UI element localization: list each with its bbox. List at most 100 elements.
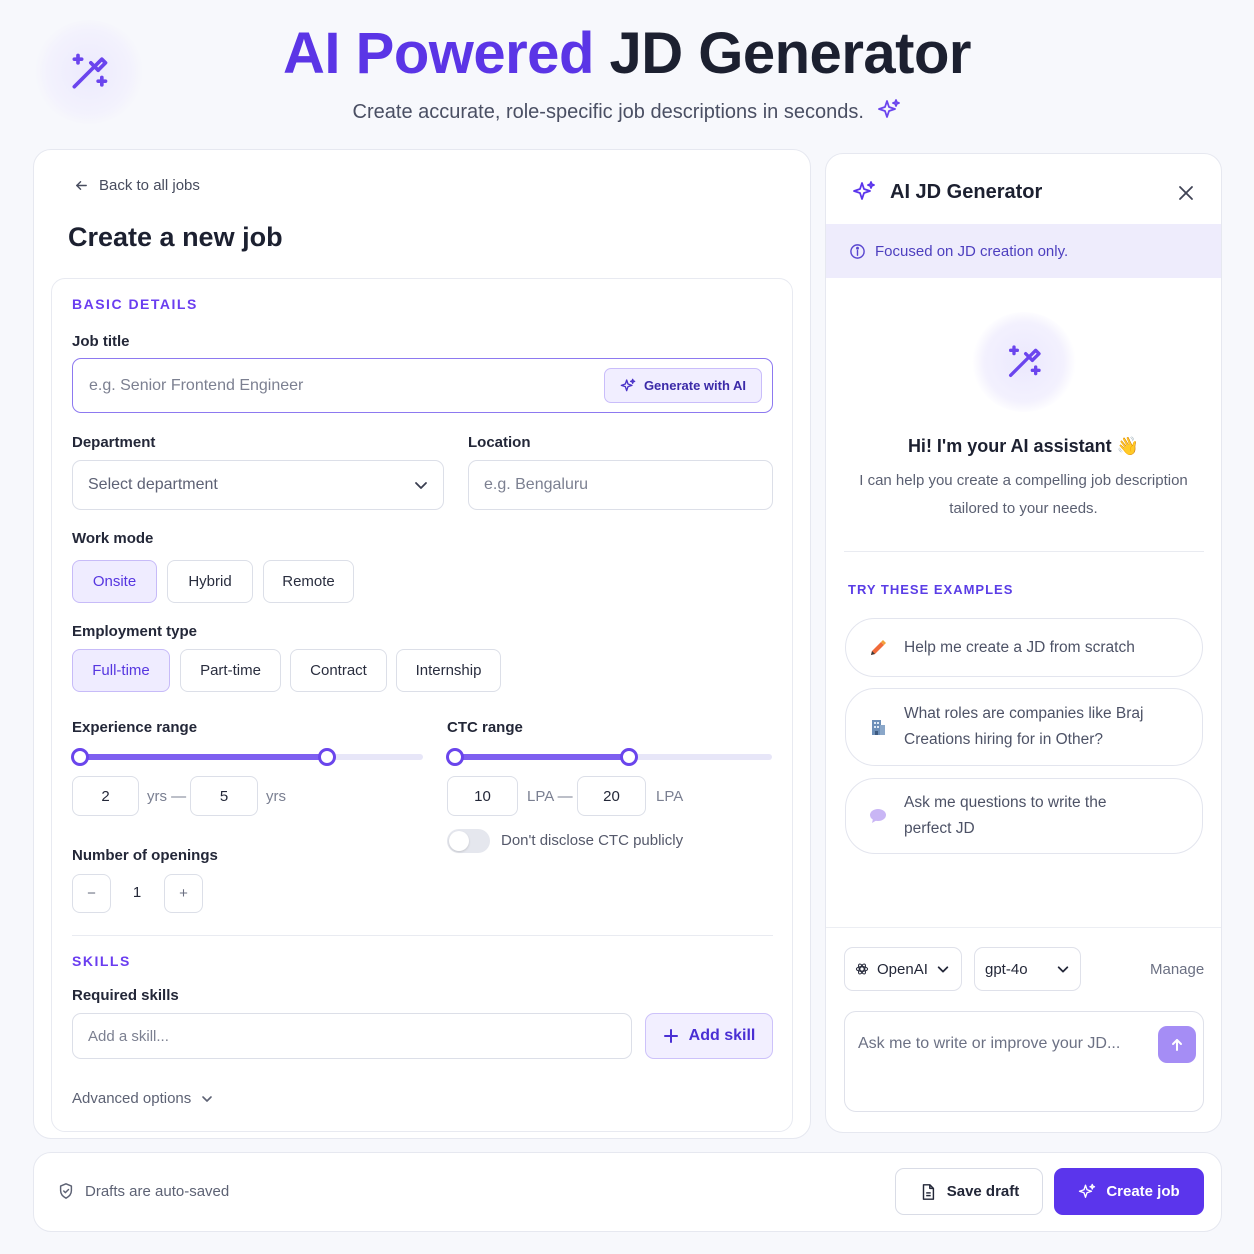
hero-subtitle: Create accurate, role-specific job descr… <box>0 98 1254 126</box>
waving-hand-icon: 👋 <box>1116 436 1140 456</box>
ctc-min-handle[interactable] <box>446 748 464 766</box>
document-icon <box>922 1183 934 1200</box>
toggle-knob <box>449 831 469 851</box>
chat-bubble-icon <box>868 806 888 826</box>
chevron-down-icon <box>415 482 427 489</box>
openings-value[interactable]: 1 <box>126 884 148 901</box>
provider-select[interactable]: OpenAI <box>844 947 962 991</box>
assistant-title-text: AI JD Generator <box>890 180 1043 203</box>
skill-placeholder: Add a skill... <box>88 1027 169 1045</box>
basic-details-heading: BASIC DETAILS <box>72 296 198 312</box>
create-job-label: Create job <box>1106 1183 1180 1200</box>
example-prompt[interactable]: Help me create a JD from scratch <box>845 618 1203 677</box>
example-prompt[interactable]: Ask me questions to write the perfect JD <box>845 778 1203 854</box>
generate-button-label: Generate with AI <box>643 378 747 393</box>
example-text: What roles are companies like Braj Creat… <box>904 705 1144 748</box>
arrow-up-icon <box>1172 1038 1182 1051</box>
save-draft-label: Save draft <box>946 1183 1020 1200</box>
openai-icon <box>855 963 869 975</box>
openings-decrement-button[interactable]: − <box>72 874 111 913</box>
close-icon[interactable] <box>1176 183 1196 203</box>
chevron-down-icon <box>202 1095 213 1102</box>
assistant-greeting: Hi! I'm your AI assistant 👋 <box>826 436 1221 457</box>
example-text: Help me create a JD from scratch <box>904 638 1135 656</box>
focus-banner-text: Focused on JD creation only. <box>875 242 1069 260</box>
employment-full-time[interactable]: Full-time <box>72 649 170 692</box>
advanced-options-label: Advanced options <box>72 1090 192 1107</box>
assistant-greeting-text: Hi! I'm your AI assistant <box>907 436 1112 456</box>
sparkle-icon <box>1079 1183 1096 1198</box>
sparkle-icon <box>853 181 875 200</box>
building-icon <box>868 717 888 737</box>
assistant-help-text: I can help you create a compelling job d… <box>859 472 1188 517</box>
location-label: Location <box>468 434 531 451</box>
hero-title-rest: JD Generator <box>609 21 972 86</box>
example-prompt[interactable]: What roles are companies like Braj Creat… <box>845 688 1203 766</box>
hide-ctc-toggle[interactable] <box>447 829 490 853</box>
department-select[interactable]: Select department <box>72 460 444 510</box>
shield-check-icon <box>59 1183 73 1199</box>
pencil-icon <box>868 638 888 658</box>
save-draft-button[interactable]: Save draft <box>895 1168 1043 1215</box>
advanced-options-toggle[interactable]: Advanced options <box>72 1090 213 1107</box>
add-skill-button[interactable]: Add skill <box>645 1013 773 1059</box>
job-title-placeholder: e.g. Senior Frontend Engineer <box>89 376 304 394</box>
provider-value: OpenAI <box>877 960 928 978</box>
plus-icon <box>663 1029 678 1043</box>
magic-wand-icon <box>1009 345 1041 377</box>
work-mode-remote[interactable]: Remote <box>263 560 354 603</box>
chevron-down-icon <box>1057 966 1069 973</box>
employment-contract[interactable]: Contract <box>290 649 387 692</box>
department-label: Department <box>72 434 156 451</box>
experience-max-handle[interactable] <box>317 748 336 766</box>
page-hero-title: AI Powered JD Generator <box>0 20 1254 88</box>
model-value: gpt-4o <box>985 960 1028 978</box>
ctc-unit-end: LPA <box>656 788 684 805</box>
assistant-footer-divider <box>826 927 1221 928</box>
model-select[interactable]: gpt-4o <box>974 947 1081 991</box>
sparkle-icon <box>620 378 636 391</box>
sparkle-icon <box>878 99 901 118</box>
ctc-slider-fill <box>455 754 630 760</box>
experience-min-input[interactable]: 2 <box>72 776 139 816</box>
experience-max-input[interactable]: 5 <box>190 776 258 816</box>
employment-internship[interactable]: Internship <box>396 649 501 692</box>
autosave-note: Drafts are auto-saved <box>57 1182 229 1200</box>
chat-input[interactable] <box>844 1011 1204 1112</box>
openings-increment-button[interactable]: + <box>164 874 203 913</box>
chevron-down-icon <box>937 966 949 973</box>
assistant-avatar <box>972 312 1076 412</box>
create-job-button[interactable]: Create job <box>1054 1168 1204 1215</box>
back-to-jobs-link[interactable]: Back to all jobs <box>74 177 200 194</box>
ctc-min-input[interactable]: 10 <box>447 776 518 816</box>
experience-min-handle[interactable] <box>71 748 89 766</box>
work-mode-label: Work mode <box>72 530 154 547</box>
assistant-divider <box>844 551 1204 552</box>
info-icon <box>850 243 865 259</box>
required-skills-label: Required skills <box>72 987 179 1004</box>
hero-title-accent: AI Powered <box>283 21 594 86</box>
ctc-unit-mid: LPA — <box>527 788 573 805</box>
location-placeholder: e.g. Bengaluru <box>484 476 589 493</box>
work-mode-hybrid[interactable]: Hybrid <box>167 560 253 603</box>
manage-models-link[interactable]: Manage <box>1150 961 1204 978</box>
location-input[interactable]: e.g. Bengaluru <box>468 460 773 510</box>
ctc-range-label: CTC range <box>447 719 523 736</box>
autosave-text: Drafts are auto-saved <box>85 1182 230 1200</box>
page-title: Create a new job <box>68 222 283 252</box>
employment-part-time[interactable]: Part-time <box>180 649 281 692</box>
job-title-label: Job title <box>72 333 130 350</box>
generate-with-ai-button[interactable]: Generate with AI <box>604 368 762 403</box>
experience-unit-end: yrs <box>266 788 286 805</box>
focus-banner: Focused on JD creation only. <box>826 224 1221 278</box>
ctc-max-input[interactable]: 20 <box>577 776 646 816</box>
work-mode-onsite[interactable]: Onsite <box>72 560 157 603</box>
hide-ctc-label: Don't disclose CTC publicly <box>501 832 684 849</box>
send-button[interactable] <box>1158 1026 1196 1063</box>
skill-input[interactable]: Add a skill... <box>72 1013 632 1059</box>
employment-type-label: Employment type <box>72 623 198 640</box>
experience-unit-mid: yrs — <box>147 788 187 805</box>
examples-heading: TRY THESE EXAMPLES <box>848 582 1014 597</box>
example-text: Ask me questions to write the perfect JD <box>904 794 1107 837</box>
skills-heading: SKILLS <box>72 953 131 969</box>
